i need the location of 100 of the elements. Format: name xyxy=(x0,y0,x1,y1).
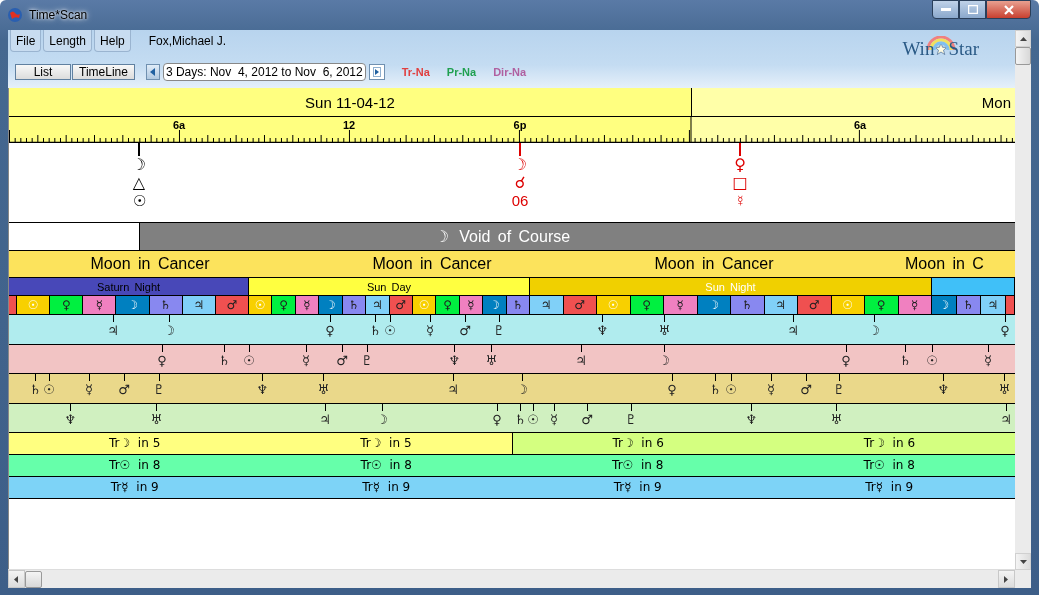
planet-glyph: ☉ xyxy=(384,322,396,340)
moon-sign-label: Moon in Cancer xyxy=(371,254,493,274)
minimize-button[interactable] xyxy=(932,0,959,19)
house-label: Tr☿ in 9 xyxy=(109,479,160,496)
scroll-left-button[interactable] xyxy=(8,570,25,588)
house-label: Tr☉ in 8 xyxy=(359,457,413,474)
day-header: Mon xyxy=(692,88,1015,116)
planet-glyph: ♀ xyxy=(1000,322,1010,340)
planetary-hour-cell: ☉ xyxy=(412,296,437,314)
planetary-hour-cell: ☽ xyxy=(319,296,343,314)
planet-glyph: ♅ xyxy=(317,381,329,399)
moon-sign-label: Moon in C xyxy=(904,254,985,274)
planetary-hour-cell: ♃ xyxy=(182,296,216,314)
planetary-hour-cell: ♄ xyxy=(506,296,531,314)
planetary-hour-cell: ♃ xyxy=(366,296,390,314)
chart-name: Fox,Michael J. xyxy=(148,34,227,48)
time-label: 12 xyxy=(341,119,357,131)
planet-glyph: ♃ xyxy=(447,381,459,399)
aspect-glyph: ☌ xyxy=(514,174,526,192)
planetary-hour-cell: ♀ xyxy=(272,296,296,314)
planet-glyph: ♆ xyxy=(448,351,460,370)
close-button[interactable] xyxy=(986,0,1031,19)
time-label: 6a xyxy=(852,119,868,131)
planetary-hour-cell: ☽ xyxy=(116,296,150,314)
planetary-hour-cell: ♀ xyxy=(436,296,460,314)
period-label: Saturn Night xyxy=(96,280,161,293)
planetary-hour-cell: ☽ xyxy=(932,296,957,314)
planet-glyph: ☽ xyxy=(376,410,388,429)
aspect-glyph: △ xyxy=(132,174,146,192)
up-triangle-icon xyxy=(1019,36,1027,41)
planet-glyph: ♅ xyxy=(998,381,1010,399)
planetary-hour-cell: ♃ xyxy=(764,296,798,314)
date-range-field[interactable]: 3 Days: Nov 4, 2012 to Nov 6, 2012 xyxy=(162,63,366,81)
house-label: Tr☽ in 5 xyxy=(359,435,413,452)
moon-glyph: ☽ xyxy=(434,227,450,246)
planet-glyph: ♅ xyxy=(658,322,670,340)
planetary-hour-cell: ☿ xyxy=(664,296,698,314)
time-label: 6p xyxy=(512,119,528,131)
left-triangle-icon xyxy=(14,575,19,583)
planetary-hour-cell: ☿ xyxy=(295,296,320,314)
planet-glyph: ♃ xyxy=(319,410,331,429)
aspect-glyph: ☽ xyxy=(131,156,147,174)
planet-glyph: ♄ xyxy=(709,381,721,399)
house-label: Tr☿ in 9 xyxy=(361,479,412,496)
planetary-hour-cell: ☉ xyxy=(831,296,865,314)
planet-glyph: ♂ xyxy=(336,351,348,370)
scroll-up-button[interactable] xyxy=(1015,30,1031,47)
planetary-hour-cell: ♄ xyxy=(731,296,765,314)
aspect-glyph: ☽ xyxy=(512,156,528,174)
menu-button[interactable]: File xyxy=(10,30,42,52)
planetary-hour-cell: ♂ xyxy=(389,296,413,314)
planet-glyph: ☉ xyxy=(43,381,55,399)
planetary-hour-cell: ♄ xyxy=(149,296,183,314)
legend-label: Pr-Na xyxy=(446,66,477,78)
star-icon xyxy=(934,42,949,56)
planetary-hour-cell: ♂ xyxy=(563,296,597,314)
logo-text: Win xyxy=(902,38,935,60)
menu-button[interactable]: Length xyxy=(43,30,93,52)
previous-button[interactable] xyxy=(145,64,160,80)
planetary-hour-cell: ☽ xyxy=(697,296,731,314)
maximize-button[interactable] xyxy=(959,0,986,19)
view-button[interactable]: TimeLine xyxy=(72,64,135,80)
planet-glyph: ♅ xyxy=(830,410,842,429)
planet-glyph: ♀ xyxy=(667,381,677,399)
planet-glyph: ♀ xyxy=(325,322,335,340)
planet-glyph: ♇ xyxy=(625,410,637,429)
planet-glyph: ♄ xyxy=(369,322,381,340)
planetary-hour-cell: ♀ xyxy=(50,296,84,314)
scrollbar-thumb[interactable] xyxy=(1015,47,1031,65)
planet-glyph: ☉ xyxy=(527,410,539,429)
next-button[interactable] xyxy=(368,64,385,80)
logo-text: Star xyxy=(948,38,979,60)
aspect-glyph: ☿ xyxy=(734,192,746,210)
aspect-glyph: ♀ xyxy=(734,156,746,174)
void-label: Void of Course xyxy=(459,227,571,246)
menu-button[interactable]: Help xyxy=(94,30,131,52)
planet-glyph: ♇ xyxy=(493,322,505,340)
scrollbar-thumb[interactable] xyxy=(25,571,42,588)
planet-glyph: ♃ xyxy=(575,351,587,370)
planet-glyph: ☿ xyxy=(550,410,558,429)
planet-glyph: ♃ xyxy=(1000,410,1012,429)
planet-glyph: ♃ xyxy=(787,322,799,340)
planetary-hour-cell: ♃ xyxy=(530,296,564,314)
planetary-hour-cell: ☿ xyxy=(898,296,932,314)
period-label: Sun Day xyxy=(366,280,412,293)
planet-glyph: ♃ xyxy=(107,322,119,340)
scroll-right-button[interactable] xyxy=(998,570,1015,588)
planetary-hour-cell: ☿ xyxy=(459,296,484,314)
planet-glyph: ☿ xyxy=(767,381,775,399)
scroll-down-button[interactable] xyxy=(1015,553,1031,570)
planet-glyph: ♆ xyxy=(745,410,757,429)
planet-glyph: ♀ xyxy=(492,410,502,429)
planetary-hour-cell: ♄ xyxy=(342,296,367,314)
view-button[interactable]: List xyxy=(15,64,71,80)
planet-glyph: ☉ xyxy=(926,351,938,370)
house-label: Tr☽ in 5 xyxy=(108,435,162,452)
aspect-glyph: □ xyxy=(732,174,748,192)
aspect-glyph: 06 xyxy=(511,192,529,210)
planet-glyph: ♆ xyxy=(937,381,949,399)
house-label: Tr☿ in 9 xyxy=(864,479,915,496)
